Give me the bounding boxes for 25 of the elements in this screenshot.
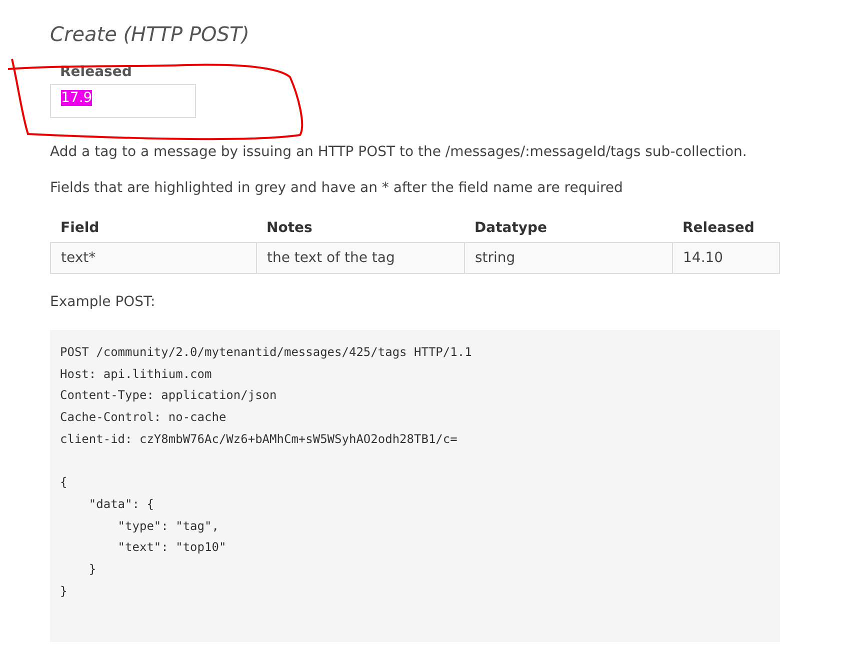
- table-cell: text*: [50, 242, 256, 274]
- code-line: }: [60, 582, 68, 600]
- table-cell: the text of the tag: [256, 242, 464, 274]
- column-header: Datatype: [464, 214, 672, 242]
- selected-value: 17.9: [61, 90, 92, 106]
- code-line: Content-Type: application/json: [60, 387, 278, 404]
- released-input[interactable]: 17.9: [50, 84, 196, 118]
- example-label: Example POST:: [50, 294, 156, 310]
- code-line: Cache-Control: no-cache: [60, 409, 228, 426]
- code-line: "text": "top10": [116, 539, 228, 556]
- column-header: Released: [672, 214, 780, 242]
- column-header: Field: [50, 214, 256, 242]
- code-line: "data": {: [88, 496, 155, 513]
- code-line: Host: api.lithium.com: [60, 366, 213, 383]
- code-line: }: [88, 561, 98, 578]
- section-title: Create (HTTP POST): [50, 22, 250, 46]
- table-cell: string: [464, 242, 672, 274]
- table-cell: 14.10: [672, 242, 780, 274]
- column-header: Notes: [256, 214, 464, 242]
- code-line: {: [60, 474, 68, 492]
- intro-text: Add a tag to a message by issuing an HTTP POST to the /messages/:messageId/tags sub-collection.: [50, 144, 748, 160]
- code-line: client-id: czY8mbW76Ac/Wz6+bAMhCm+sW5WSyhAO2odh28TB1/c=: [60, 430, 458, 448]
- required-note: Fields that are highlighted in grey and have an * after the field name are required: [50, 180, 624, 196]
- code-line: "type": "tag",: [116, 518, 220, 535]
- code-line: POST /community/2.0/mytenantid/messages/425/tags HTTP/1.1: [60, 344, 473, 361]
